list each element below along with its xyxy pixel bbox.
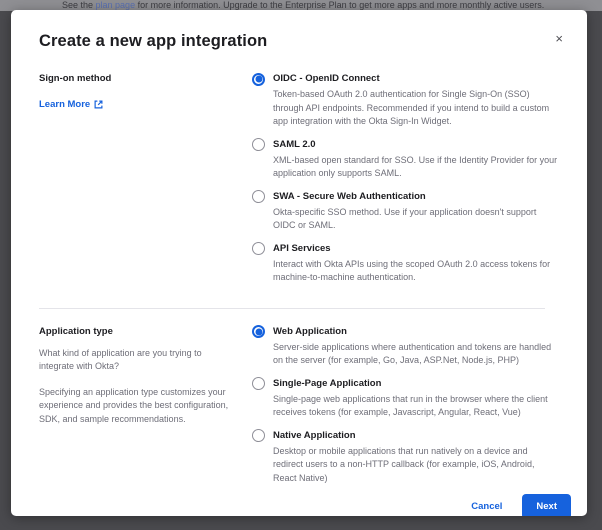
next-button[interactable]: Next <box>522 494 571 516</box>
radio-option-swa[interactable]: SWA - Secure Web Authentication Okta-spe… <box>252 190 559 233</box>
option-label: Web Application <box>273 325 559 339</box>
radio-option-saml[interactable]: SAML 2.0 XML-based open standard for SSO… <box>252 138 559 181</box>
application-type-left-column: Application type What kind of applicatio… <box>39 325 237 495</box>
option-description: XML-based open standard for SSO. Use if … <box>273 154 559 181</box>
dialog-footer: Cancel Next <box>39 494 571 516</box>
radio-option-api-services[interactable]: API Services Interact with Okta APIs usi… <box>252 242 559 285</box>
radio-icon[interactable] <box>252 190 265 203</box>
application-type-label: Application type <box>39 325 237 338</box>
option-label: SAML 2.0 <box>273 138 559 152</box>
option-description: Token-based OAuth 2.0 authentication for… <box>273 88 559 129</box>
option-description: Okta-specific SSO method. Use if your ap… <box>273 206 559 233</box>
sign-on-method-label: Sign-on method <box>39 72 237 85</box>
cancel-button[interactable]: Cancel <box>471 501 502 512</box>
option-description: Server-side applications where authentic… <box>273 341 559 368</box>
sign-on-method-options: OIDC - OpenID Connect Token-based OAuth … <box>252 72 559 294</box>
option-label: SWA - Secure Web Authentication <box>273 190 559 204</box>
radio-icon[interactable] <box>252 325 265 338</box>
application-type-question: What kind of application are you trying … <box>39 347 237 374</box>
sign-on-method-section: Sign-on method Learn More OIDC - OpenID … <box>39 72 559 294</box>
option-description: Single-page web applications that run in… <box>273 393 559 420</box>
section-divider <box>39 308 545 309</box>
external-link-icon <box>94 100 103 109</box>
radio-option-web-application[interactable]: Web Application Server-side applications… <box>252 325 559 368</box>
radio-option-single-page-application[interactable]: Single-Page Application Single-page web … <box>252 377 559 420</box>
option-label: OIDC - OpenID Connect <box>273 72 559 86</box>
option-description: Interact with Okta APIs using the scoped… <box>273 258 559 285</box>
application-type-section: Application type What kind of applicatio… <box>39 325 559 495</box>
plan-page-link[interactable]: plan page <box>96 0 136 10</box>
dialog-title: Create a new app integration <box>39 30 559 52</box>
radio-icon[interactable] <box>252 73 265 86</box>
application-type-options: Web Application Server-side applications… <box>252 325 559 495</box>
create-app-integration-dialog: Create a new app integration × Sign-on m… <box>11 10 587 516</box>
banner-text-after: for more information. Upgrade to the Ent… <box>135 0 544 10</box>
radio-icon[interactable] <box>252 377 265 390</box>
option-description: Desktop or mobile applications that run … <box>273 445 559 486</box>
learn-more-link[interactable]: Learn More <box>39 98 103 111</box>
dialog-header: Create a new app integration × <box>39 30 559 52</box>
application-type-note: Specifying an application type customize… <box>39 386 237 427</box>
option-label: Single-Page Application <box>273 377 559 391</box>
close-icon[interactable]: × <box>551 28 567 49</box>
radio-icon[interactable] <box>252 429 265 442</box>
radio-icon[interactable] <box>252 242 265 255</box>
sign-on-method-left-column: Sign-on method Learn More <box>39 72 237 294</box>
radio-option-oidc[interactable]: OIDC - OpenID Connect Token-based OAuth … <box>252 72 559 129</box>
option-label: Native Application <box>273 429 559 443</box>
banner-text-before: See the <box>62 0 96 10</box>
learn-more-label: Learn More <box>39 98 90 111</box>
radio-icon[interactable] <box>252 138 265 151</box>
option-label: API Services <box>273 242 559 256</box>
radio-option-native-application[interactable]: Native Application Desktop or mobile app… <box>252 429 559 486</box>
